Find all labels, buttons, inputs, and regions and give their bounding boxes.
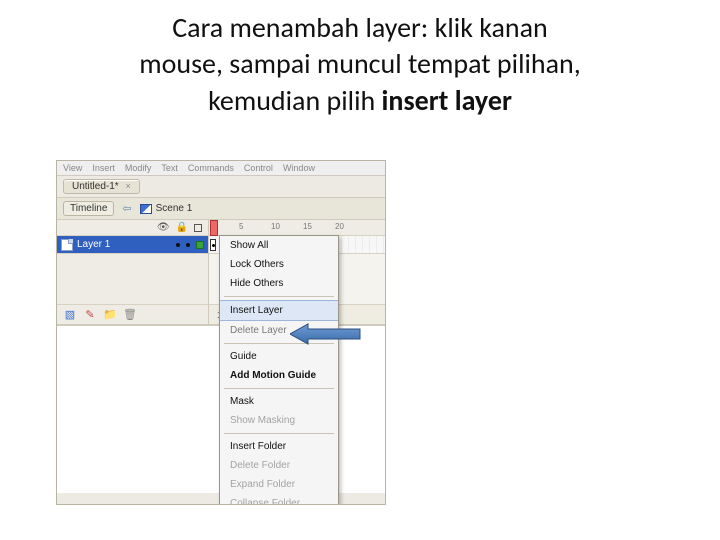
title-line1: Cara menambah layer: klik kanan bbox=[172, 10, 548, 45]
layers-column: 👁 🔒 Layer 1 ▧ ✎ 📁 🗑 bbox=[57, 220, 209, 324]
menu-modify[interactable]: Modify bbox=[125, 163, 152, 173]
insert-layer-icon[interactable]: ▧ bbox=[63, 308, 77, 322]
layer-header-icons: 👁 🔒 bbox=[57, 220, 208, 236]
context-item-show-all[interactable]: Show All bbox=[220, 236, 338, 255]
layers-spacer bbox=[57, 254, 208, 304]
layer-status-dots bbox=[176, 241, 204, 249]
context-item-guide[interactable]: Guide bbox=[220, 347, 338, 366]
layer-page-icon bbox=[61, 239, 73, 251]
menu-commands[interactable]: Commands bbox=[188, 163, 234, 173]
keyframe-icon[interactable] bbox=[210, 239, 216, 251]
playhead-icon[interactable] bbox=[210, 220, 218, 236]
outline-box-icon bbox=[196, 241, 204, 249]
add-guide-icon[interactable]: ✎ bbox=[83, 308, 97, 322]
ruler-tick-5: 5 bbox=[239, 222, 243, 231]
document-tab-row: Untitled-1* × bbox=[57, 176, 385, 198]
outline-icon[interactable] bbox=[194, 224, 202, 232]
lock-icon[interactable]: 🔒 bbox=[176, 222, 188, 233]
close-icon[interactable]: × bbox=[125, 181, 130, 191]
layer-controls: ▧ ✎ 📁 🗑 bbox=[57, 304, 208, 324]
scene-icon bbox=[140, 204, 152, 214]
menu-view[interactable]: View bbox=[63, 163, 82, 173]
menu-control[interactable]: Control bbox=[244, 163, 273, 173]
context-item-mask[interactable]: Mask bbox=[220, 392, 338, 411]
layer-row-1[interactable]: Layer 1 bbox=[57, 236, 208, 254]
title-line2: mouse, sampai muncul tempat pilihan, bbox=[139, 46, 581, 81]
context-menu-separator bbox=[224, 296, 334, 297]
context-item-insert-layer[interactable]: Insert Layer bbox=[220, 300, 338, 321]
context-menu-separator bbox=[224, 343, 334, 344]
insert-folder-icon[interactable]: 📁 bbox=[103, 308, 117, 322]
context-item-hide-others[interactable]: Hide Others bbox=[220, 274, 338, 293]
flash-window: View Insert Modify Text Commands Control… bbox=[56, 160, 386, 505]
context-item-show-masking: Show Masking bbox=[220, 411, 338, 430]
menu-text[interactable]: Text bbox=[161, 163, 178, 173]
dot-icon bbox=[176, 243, 180, 247]
document-tab[interactable]: Untitled-1* × bbox=[63, 179, 140, 194]
scene-text: Scene 1 bbox=[156, 203, 193, 214]
timeline-ruler[interactable]: 5 10 15 20 bbox=[209, 220, 385, 236]
back-arrow-icon[interactable]: ⇦ bbox=[122, 202, 131, 215]
scene-label[interactable]: Scene 1 bbox=[140, 203, 193, 214]
menubar: View Insert Modify Text Commands Control… bbox=[57, 161, 385, 176]
menu-insert[interactable]: Insert bbox=[92, 163, 115, 173]
document-tab-label: Untitled-1* bbox=[72, 181, 119, 192]
scene-row: Timeline ⇦ Scene 1 bbox=[57, 198, 385, 220]
slide-title: Cara menambah layer: klik kanan mouse, s… bbox=[0, 0, 720, 125]
context-item-expand-folder: Expand Folder bbox=[220, 475, 338, 494]
title-line3-emph: insert layer bbox=[382, 83, 512, 118]
title-line3a: kemudian pilih bbox=[208, 83, 381, 118]
context-item-delete-layer[interactable]: Delete Layer bbox=[220, 321, 338, 340]
eye-icon[interactable]: 👁 bbox=[157, 222, 170, 233]
context-item-add-motion-guide[interactable]: Add Motion Guide bbox=[220, 366, 338, 385]
menu-window[interactable]: Window bbox=[283, 163, 315, 173]
context-item-collapse-folder: Collapse Folder bbox=[220, 494, 338, 505]
context-menu-separator bbox=[224, 433, 334, 434]
timeline-toggle-label: Timeline bbox=[70, 203, 107, 214]
context-menu-separator bbox=[224, 388, 334, 389]
dot-icon bbox=[186, 243, 190, 247]
context-item-insert-folder[interactable]: Insert Folder bbox=[220, 437, 338, 456]
ruler-tick-15: 15 bbox=[303, 222, 312, 231]
ruler-tick-10: 10 bbox=[271, 222, 280, 231]
context-item-lock-others[interactable]: Lock Others bbox=[220, 255, 338, 274]
delete-layer-icon[interactable]: 🗑 bbox=[123, 308, 137, 322]
layer-context-menu: Show AllLock OthersHide Others Insert Lay… bbox=[219, 235, 339, 505]
ruler-tick-20: 20 bbox=[335, 222, 344, 231]
context-item-delete-folder: Delete Folder bbox=[220, 456, 338, 475]
layer-name: Layer 1 bbox=[77, 239, 110, 250]
timeline-toggle-button[interactable]: Timeline bbox=[63, 201, 114, 216]
